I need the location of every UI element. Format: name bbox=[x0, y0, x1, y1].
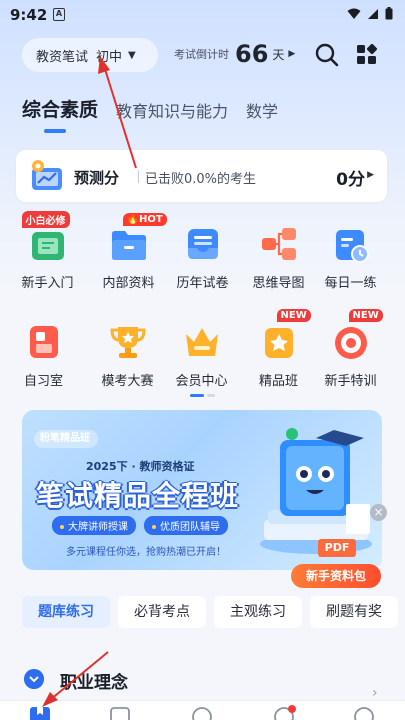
status-icons bbox=[347, 7, 393, 20]
banner-pill: 大牌讲师授课 bbox=[52, 516, 136, 535]
target-icon bbox=[334, 327, 367, 359]
countdown-unit: 天 bbox=[272, 47, 285, 62]
feature-mock-contest[interactable]: 模考大赛 bbox=[87, 322, 168, 389]
star-icon bbox=[264, 328, 293, 358]
feature-label: 内部资料 bbox=[102, 276, 155, 291]
badge-new: NEW bbox=[348, 309, 383, 322]
countdown-value: 66 bbox=[235, 40, 269, 68]
search-icon[interactable] bbox=[314, 42, 340, 68]
tab-comprehensive[interactable]: 综合素质 bbox=[22, 95, 98, 132]
feature-label: 自习室 bbox=[23, 374, 63, 389]
status-time: 9:42 bbox=[10, 6, 48, 24]
bottom-navigation bbox=[0, 700, 405, 720]
chevron-down-circle-icon[interactable] bbox=[24, 669, 44, 689]
study-room-icon bbox=[29, 326, 58, 358]
crown-icon bbox=[185, 328, 218, 356]
apps-grid-icon[interactable] bbox=[356, 44, 378, 66]
book-icon bbox=[31, 232, 64, 260]
page-dot bbox=[207, 394, 215, 397]
folder-icon bbox=[111, 231, 146, 260]
exam-selector[interactable]: 教资笔试 初中 ▼ bbox=[22, 38, 158, 72]
profile-icon[interactable] bbox=[352, 705, 376, 720]
calendar-icon bbox=[335, 230, 369, 263]
subject-tabs: 综合素质 教育知识与能力 数学 bbox=[22, 95, 296, 132]
banner-pill: 优质团队辅导 bbox=[144, 516, 228, 535]
tab-key-points[interactable]: 必背考点 bbox=[118, 596, 206, 628]
section-title: 职业理念 bbox=[60, 673, 128, 693]
trophy-icon bbox=[109, 327, 146, 358]
tab-question-bank[interactable]: 题库练习 bbox=[22, 596, 110, 628]
feature-label: 会员中心 bbox=[175, 374, 228, 389]
battery-icon bbox=[385, 7, 393, 20]
feature-study-room[interactable]: 自习室 bbox=[3, 322, 84, 389]
feature-label: 新手特训 bbox=[324, 374, 377, 389]
practice-tabs: 题库练习 必背考点 主观练习 刷题有奖 bbox=[22, 596, 398, 628]
tab-subjective[interactable]: 主观练习 bbox=[214, 596, 302, 628]
notification-icon: A bbox=[53, 8, 65, 21]
badge-new: NEW bbox=[276, 309, 311, 322]
play-arrow-icon: ▶ bbox=[367, 170, 374, 180]
bookmark-home-icon[interactable] bbox=[28, 705, 52, 720]
tab-math[interactable]: 数学 bbox=[246, 98, 278, 132]
chart-up-icon bbox=[32, 160, 62, 190]
discover-icon[interactable] bbox=[272, 705, 296, 720]
page-indicator bbox=[190, 394, 215, 397]
feature-past-papers[interactable]: 历年试卷 bbox=[162, 224, 243, 291]
feature-mind-map[interactable]: 思维导图 bbox=[238, 224, 319, 291]
book-mascot-illustration bbox=[260, 428, 372, 554]
signal-icon bbox=[368, 8, 378, 19]
feature-novice-training[interactable]: NEW 新手特训 bbox=[310, 309, 391, 389]
feature-daily-practice[interactable]: 每日一练 bbox=[310, 224, 391, 291]
wifi-icon bbox=[347, 8, 361, 19]
paper-tray-icon bbox=[187, 229, 218, 259]
feature-internal-materials[interactable]: 🔥HOT 内部资料 bbox=[88, 213, 169, 291]
badge-hot: 🔥HOT bbox=[122, 213, 167, 226]
divider bbox=[138, 170, 139, 183]
pdf-tag: PDF bbox=[318, 539, 356, 557]
close-banner-button[interactable]: × bbox=[370, 504, 387, 521]
play-arrow-icon: ▶ bbox=[288, 49, 296, 59]
feature-label: 每日一练 bbox=[324, 276, 377, 291]
tab-education-knowledge[interactable]: 教育知识与能力 bbox=[116, 98, 228, 132]
banner-subtitle: 2025下 · 教师资格证 bbox=[86, 460, 195, 473]
feature-label: 模考大赛 bbox=[101, 374, 154, 389]
feature-label: 思维导图 bbox=[252, 276, 305, 291]
brand-badge: 粉笔精品班 bbox=[34, 430, 98, 448]
status-bar: 9:42 A bbox=[0, 0, 405, 30]
banner-title: 笔试精品全程班 bbox=[36, 479, 240, 512]
predict-title: 预测分 bbox=[74, 169, 120, 187]
page-dot-active bbox=[190, 394, 204, 397]
banner-pills: 大牌讲师授课 优质团队辅导 bbox=[52, 516, 228, 535]
mindmap-icon bbox=[261, 228, 296, 260]
play-circle-icon[interactable] bbox=[190, 705, 214, 720]
chevron-right-icon[interactable]: › bbox=[372, 685, 378, 701]
feature-label: 精品班 bbox=[258, 374, 298, 389]
caret-down-icon: ▼ bbox=[128, 49, 136, 61]
exam-level-label: 初中 bbox=[96, 49, 123, 65]
course-icon[interactable] bbox=[108, 705, 132, 720]
active-tab-indicator bbox=[44, 129, 66, 133]
feature-label: 新手入门 bbox=[21, 276, 74, 291]
feature-premium-class[interactable]: NEW 精品班 bbox=[238, 309, 319, 389]
predict-subtitle: 已击败0.0%的考生 bbox=[145, 172, 257, 187]
feature-member-center[interactable]: 会员中心 bbox=[161, 322, 242, 389]
feature-beginner[interactable]: 小白必修 新手入门 bbox=[7, 211, 88, 291]
exam-type-label: 教资笔试 bbox=[36, 49, 89, 65]
countdown-label: 考试倒计时 bbox=[174, 48, 229, 61]
starter-pack-button[interactable]: 新手资料包 bbox=[291, 564, 381, 588]
badge-must-learn: 小白必修 bbox=[21, 211, 70, 228]
feature-label: 历年试卷 bbox=[176, 276, 229, 291]
banner-footer: 多元课程任你选，抢购热潮已开启！ bbox=[66, 547, 226, 558]
tab-rewards[interactable]: 刷题有奖 bbox=[310, 596, 398, 628]
predict-score-card[interactable]: 预测分 已击败0.0%的考生 0分 ▶ bbox=[16, 150, 387, 202]
predict-score-value: 0分 bbox=[336, 170, 365, 190]
exam-countdown[interactable]: 考试倒计时 66 天 ▶ bbox=[174, 40, 295, 68]
